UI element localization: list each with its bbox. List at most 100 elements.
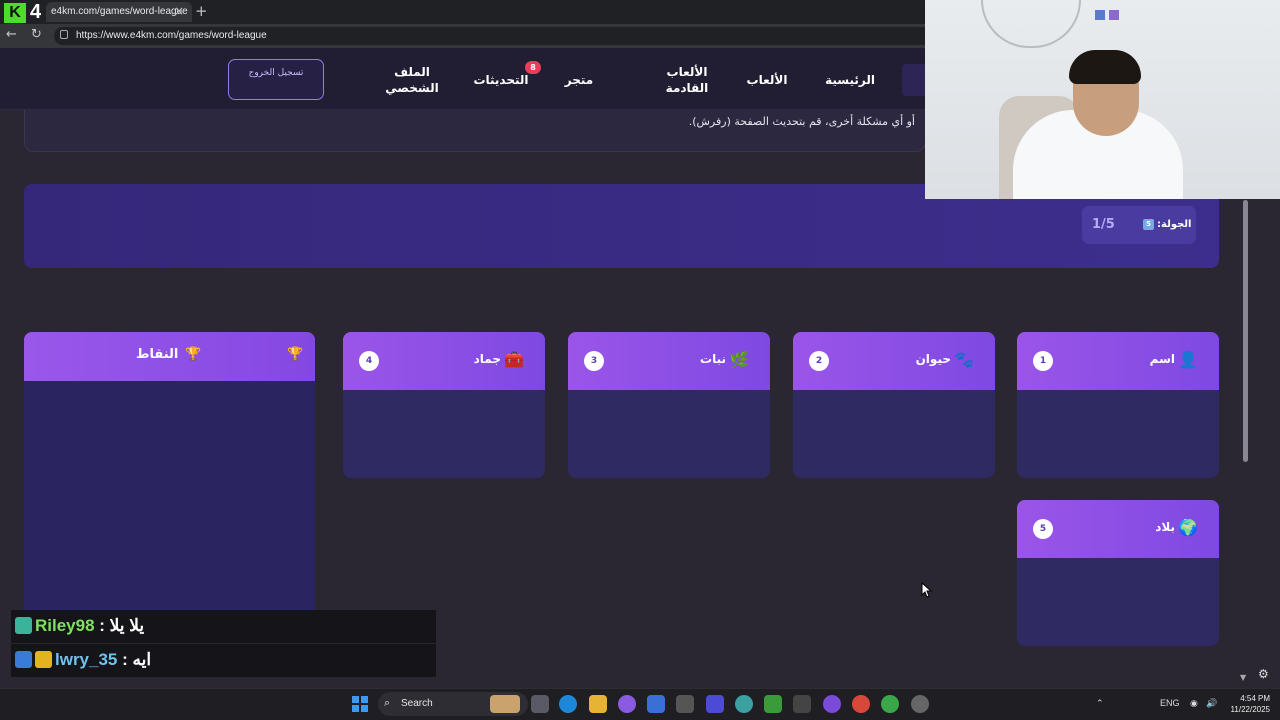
chat-line: lwry_35 : ايه <box>15 650 151 670</box>
browser-icon[interactable] <box>735 695 753 713</box>
trophy-icon: 🏆 <box>185 347 202 362</box>
network-icon[interactable]: ◉ <box>1190 698 1198 709</box>
chat-badge-icon <box>15 651 32 668</box>
edge-icon[interactable] <box>559 695 577 713</box>
card-title: حيوان <box>915 352 951 366</box>
store-icon[interactable] <box>647 695 665 713</box>
chat-username: Riley98 <box>35 616 95 635</box>
chat-separator: : <box>117 650 133 669</box>
taskbar <box>0 688 1280 720</box>
chrome-icon[interactable] <box>852 695 870 713</box>
card-title: جماد <box>473 352 501 366</box>
chat-separator: : <box>94 616 110 635</box>
card-number: 3 <box>584 351 604 371</box>
search-icon: ⌕ <box>384 696 391 709</box>
card-number: 4 <box>359 351 379 371</box>
clock[interactable]: 4:54 PM 11/22/2025 <box>1226 693 1270 715</box>
new-tab-icon[interactable]: + <box>195 2 208 20</box>
plant-icon: 🌿 <box>729 350 749 369</box>
chat-message: lwry_35 : ايه <box>11 644 436 677</box>
chat-line: Riley98 : يلا يلا <box>15 616 144 636</box>
card-header: 1 اسم 👤 <box>1017 332 1219 390</box>
notice-bar: أو أي مشكلة أخرى، قم بتحديث الصفحة (رفرش… <box>24 110 926 152</box>
volume-icon[interactable]: 🔊 <box>1206 698 1217 709</box>
globe-icon: 🌍 <box>1178 518 1198 537</box>
cable-shape <box>981 0 1081 48</box>
reload-icon[interactable]: ↻ <box>31 27 42 42</box>
tab-close-icon[interactable]: × <box>174 4 184 18</box>
card-title: اسم <box>1149 352 1175 366</box>
points-header: النقاط 🏆 🏆 <box>24 332 315 381</box>
language-indicator[interactable]: ENG <box>1160 698 1180 708</box>
card-header: 4 جماد 🧰 <box>343 332 545 390</box>
chat-text: يلا يلا <box>109 616 145 635</box>
webcam-overlay <box>925 0 1280 199</box>
chat-message: Riley98 : يلا يلا <box>11 610 436 643</box>
trophy-icon: 🏆 <box>287 347 304 362</box>
app-icon[interactable] <box>911 695 929 713</box>
person-hair-shape <box>1069 50 1141 84</box>
browser-tab[interactable]: e4km.com/games/word-league <box>46 2 192 22</box>
terminal-icon[interactable] <box>793 695 811 713</box>
card-header: 3 نبات 🌿 <box>568 332 770 390</box>
search-highlight-icon <box>490 695 520 713</box>
gear-icon[interactable]: ⚙ <box>1258 667 1269 681</box>
card-header: 5 بلاد 🌍 <box>1017 500 1219 558</box>
nav-upcoming-games[interactable]: الألعاب القادمة <box>660 64 714 96</box>
taskbar-search-label: Search <box>401 698 433 709</box>
category-card-animal[interactable]: 2 حيوان 🐾 <box>793 332 995 478</box>
task-view-icon[interactable] <box>531 695 549 713</box>
points-title: النقاط <box>136 347 179 362</box>
card-header: 2 حيوان 🐾 <box>793 332 995 390</box>
card-number: 2 <box>809 351 829 371</box>
category-card-name[interactable]: 1 اسم 👤 <box>1017 332 1219 478</box>
person-icon: 👤 <box>1178 350 1198 369</box>
back-icon[interactable]: ← <box>6 27 17 42</box>
logout-button[interactable]: تسجيل الخروج <box>228 59 324 100</box>
paw-icon: 🐾 <box>954 350 974 369</box>
scrollbar-thumb[interactable] <box>1243 200 1248 462</box>
card-number: 5 <box>1033 519 1053 539</box>
round-label: الجولة: <box>1157 219 1192 230</box>
round-value: 1/5 <box>1092 217 1115 232</box>
lock-icon <box>60 30 68 39</box>
clock-date: 11/22/2025 <box>1230 705 1270 714</box>
chrome-icon[interactable] <box>881 695 899 713</box>
nav-profile[interactable]: الملف الشخصي <box>384 64 440 96</box>
category-card-country[interactable]: 5 بلاد 🌍 <box>1017 500 1219 646</box>
nav-store[interactable]: متجر <box>560 72 598 88</box>
copilot-icon[interactable] <box>618 695 636 713</box>
nav-games[interactable]: الألعاب <box>744 72 790 88</box>
crown-icon <box>35 651 52 668</box>
windows-start-icon[interactable] <box>352 696 368 712</box>
category-card-object[interactable]: 4 جماد 🧰 <box>343 332 545 478</box>
k-number: 4 <box>30 1 42 23</box>
poster-shape <box>1109 10 1119 20</box>
updates-badge: 8 <box>525 61 541 74</box>
round-icon: 5 <box>1143 219 1154 230</box>
category-card-plant[interactable]: 3 نبات 🌿 <box>568 332 770 478</box>
tray-chevron-icon[interactable]: ⌃ <box>1096 698 1104 709</box>
app-icon[interactable] <box>676 695 694 713</box>
active-nav-indicator <box>902 64 926 96</box>
points-panel: النقاط 🏆 🏆 <box>24 332 315 612</box>
k-logo: K <box>4 3 26 23</box>
chat-username: lwry_35 <box>55 650 118 669</box>
card-number: 1 <box>1033 351 1053 371</box>
notice-text: أو أي مشكلة أخرى، قم بتحديث الصفحة (رفرش… <box>688 115 915 128</box>
cursor-icon <box>921 582 933 598</box>
media-icon[interactable] <box>706 695 724 713</box>
minecraft-icon[interactable] <box>764 695 782 713</box>
file-explorer-icon[interactable] <box>589 695 607 713</box>
poster-shape <box>1095 10 1105 20</box>
card-title: نبات <box>700 352 726 366</box>
nav-updates[interactable]: التحديثات <box>472 72 530 88</box>
chat-app-icon[interactable] <box>823 695 841 713</box>
clock-time: 4:54 PM <box>1240 694 1270 703</box>
scroll-down-icon[interactable]: ▼ <box>1240 673 1246 682</box>
chat-badge-icon <box>15 617 32 634</box>
chat-text: ايه <box>132 650 152 669</box>
card-title: بلاد <box>1155 520 1175 534</box>
nav-home[interactable]: الرئيسية <box>822 72 878 88</box>
url-text: https://www.e4km.com/games/word-league <box>76 30 267 41</box>
